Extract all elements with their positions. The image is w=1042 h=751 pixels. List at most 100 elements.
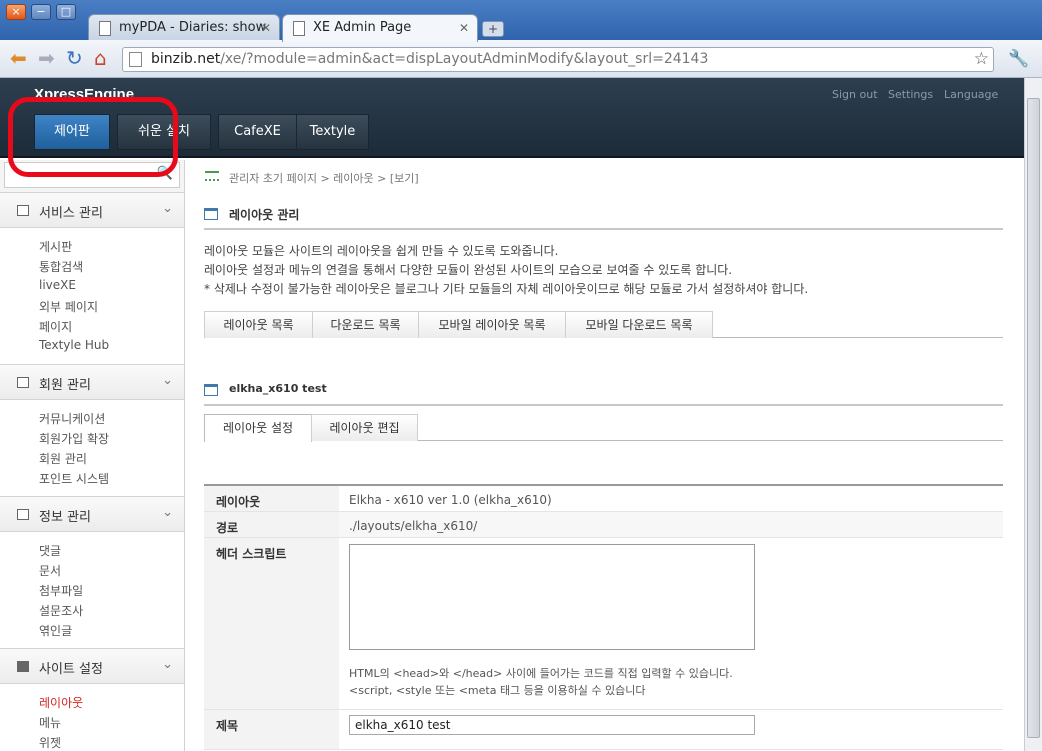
sitemap-icon xyxy=(205,171,219,181)
header-script-textarea[interactable] xyxy=(349,544,755,650)
service-icon xyxy=(17,205,29,216)
sidebar-section-service[interactable]: 서비스 관리 ⌄ xyxy=(0,192,184,228)
sidebar-item-page[interactable]: 페이지 xyxy=(39,318,72,335)
row-label: 헤더 스크립트 xyxy=(204,538,339,709)
tab-layout-edit[interactable]: 레이아웃 편집 xyxy=(311,414,418,441)
chevron-down-icon[interactable]: ⌄ xyxy=(162,373,173,388)
sidebar-item-external-page[interactable]: 외부 페이지 xyxy=(39,298,98,315)
row-label: 제목 xyxy=(204,710,339,749)
layout-tabs: 레이아웃 목록 다운로드 목록 모바일 레이아웃 목록 모바일 다운로드 목록 xyxy=(204,311,1003,338)
sidebar-item-document[interactable]: 문서 xyxy=(39,562,61,579)
wrench-icon[interactable]: 🔧 xyxy=(1008,49,1029,69)
sidebar-item-layout[interactable]: 레이아웃 xyxy=(39,694,83,711)
sidebar-item-attachment[interactable]: 첨부파일 xyxy=(39,582,83,599)
sidebar-section-member[interactable]: 회원 관리 ⌄ xyxy=(0,364,184,400)
row-value: ./layouts/elkha_x610/ xyxy=(349,519,478,533)
tab-close-icon[interactable]: ✕ xyxy=(261,15,271,41)
breadcrumb[interactable]: 관리자 초기 페이지 > 레이아웃 > [보기] xyxy=(229,170,419,186)
tab-close-icon[interactable]: ✕ xyxy=(459,15,469,41)
address-bar[interactable]: binzib.net/xe/?module=admin&act=dispLayo… xyxy=(122,47,994,72)
sidebar-item-poll[interactable]: 설문조사 xyxy=(39,602,83,619)
sidebar-section-info[interactable]: 정보 관리 ⌄ xyxy=(0,496,184,532)
forward-icon[interactable]: ➡ xyxy=(38,48,55,68)
sidebar-item-signup-ext[interactable]: 회원가입 확장 xyxy=(39,430,109,447)
gnb-cafexe[interactable]: CafeXE xyxy=(218,114,297,150)
chevron-down-icon[interactable]: ⌄ xyxy=(162,201,173,216)
vertical-scrollbar[interactable] xyxy=(1024,78,1042,751)
window-icon xyxy=(204,208,218,220)
section-header: 레이아웃 관리 xyxy=(204,208,1003,230)
minimize-window-button[interactable]: − xyxy=(31,4,51,20)
sidebar-item-integrated-search[interactable]: 통합검색 xyxy=(39,258,83,275)
sidebar-item-comment[interactable]: 댓글 xyxy=(39,542,61,559)
reload-icon[interactable]: ↻ xyxy=(66,48,83,68)
chevron-down-icon[interactable]: ⌄ xyxy=(162,657,173,672)
section-title: 사이트 설정 xyxy=(39,662,103,677)
description-line: 레이아웃 모듈은 사이트의 레이아웃을 쉽게 만들 수 있도록 도와줍니다. xyxy=(204,244,559,258)
layout-title: elkha_x610 test xyxy=(229,382,327,395)
info-icon xyxy=(17,509,29,520)
table-row: 경로 ./layouts/elkha_x610/ xyxy=(204,512,1003,538)
browser-tab-xe-admin[interactable]: XE Admin Page ✕ xyxy=(282,14,478,42)
row-label: 레이아웃 xyxy=(204,486,339,511)
browser-tab-mypda[interactable]: myPDA - Diaries: show ✕ xyxy=(88,14,280,41)
member-icon xyxy=(17,377,29,388)
sign-out-link[interactable]: Sign out xyxy=(832,88,878,101)
site-settings-icon xyxy=(17,661,29,672)
sidebar: 🔍 서비스 관리 ⌄ 게시판 통합검색 liveXE 외부 페이지 페이지 Te… xyxy=(0,160,185,751)
tab-download-list[interactable]: 다운로드 목록 xyxy=(312,311,419,338)
section-title: 회원 관리 xyxy=(39,378,91,393)
tab-layout-list[interactable]: 레이아웃 목록 xyxy=(204,311,313,338)
sidebar-item-communication[interactable]: 커뮤니케이션 xyxy=(39,410,105,427)
url-path: /xe/?module=admin&act=dispLayoutAdminMod… xyxy=(220,51,709,67)
title-input[interactable]: elkha_x610 test xyxy=(349,715,755,735)
sidebar-item-member-manage[interactable]: 회원 관리 xyxy=(39,450,87,467)
sidebar-item-widget[interactable]: 위젯 xyxy=(39,734,61,751)
hint-text: HTML의 <head>와 </head> 사이에 들어가는 코드를 직접 입력… xyxy=(349,667,733,680)
description-line: 레이아웃 설정과 메뉴의 연결을 통해서 다양한 모듈이 완성된 사이트의 모습… xyxy=(204,263,733,277)
tab-mobile-download-list[interactable]: 모바일 다운로드 목록 xyxy=(565,311,713,338)
browser-toolbar: ⬅ ➡ ↻ ⌂ binzib.net/xe/?module=admin&act=… xyxy=(0,40,1042,78)
sidebar-item-point-system[interactable]: 포인트 시스템 xyxy=(39,470,109,487)
close-window-button[interactable]: × xyxy=(6,4,26,20)
tab-title: XE Admin Page xyxy=(313,20,412,35)
maximize-window-button[interactable]: □ xyxy=(56,4,76,20)
page-icon xyxy=(99,21,111,36)
layout-header: elkha_x610 test xyxy=(204,382,1003,406)
section-title: 서비스 관리 xyxy=(39,206,103,221)
chevron-down-icon[interactable]: ⌄ xyxy=(162,505,173,520)
layout-settings-table: 레이아웃 Elkha - x610 ver 1.0 (elkha_x610) 경… xyxy=(204,484,1003,751)
home-icon[interactable]: ⌂ xyxy=(94,48,107,68)
tab-mobile-layout-list[interactable]: 모바일 레이아웃 목록 xyxy=(418,311,566,338)
sidebar-item-trackback[interactable]: 엮인글 xyxy=(39,622,72,639)
scrollbar-thumb[interactable] xyxy=(1027,98,1040,738)
sidebar-list: 게시판 통합검색 liveXE 외부 페이지 페이지 Textyle Hub xyxy=(0,228,184,364)
tab-layout-settings[interactable]: 레이아웃 설정 xyxy=(204,414,312,442)
row-label: 경로 xyxy=(204,512,339,537)
sidebar-list: 레이아웃 메뉴 위젯 xyxy=(0,684,184,751)
page-icon xyxy=(293,21,305,36)
language-link[interactable]: Language xyxy=(944,88,998,101)
hint-text: <script, <style 또는 <meta 태그 등을 이용하실 수 있습… xyxy=(349,684,646,697)
sidebar-item-textyle-hub[interactable]: Textyle Hub xyxy=(39,338,109,352)
page-icon xyxy=(129,52,142,67)
url-host: binzib.net xyxy=(151,51,221,67)
tab-title: myPDA - Diaries: show xyxy=(119,20,267,35)
table-row: 레이아웃 Elkha - x610 ver 1.0 (elkha_x610) xyxy=(204,486,1003,512)
window-icon xyxy=(204,384,218,396)
gnb-textyle[interactable]: Textyle xyxy=(296,114,369,150)
bookmark-star-icon[interactable]: ☆ xyxy=(974,48,989,71)
new-tab-button[interactable]: + xyxy=(482,21,504,37)
table-row: 헤더 스크립트 HTML의 <head>와 </head> 사이에 들어가는 코… xyxy=(204,538,1003,710)
sidebar-list: 커뮤니케이션 회원가입 확장 회원 관리 포인트 시스템 xyxy=(0,400,184,496)
back-icon[interactable]: ⬅ xyxy=(10,48,27,68)
settings-link[interactable]: Settings xyxy=(888,88,933,101)
layout-sub-tabs: 레이아웃 설정 레이아웃 편집 xyxy=(204,414,1003,442)
sidebar-section-site[interactable]: 사이트 설정 ⌄ xyxy=(0,648,184,684)
description-line: * 삭제나 수정이 불가능한 레이아웃은 블로그나 기타 모듈들의 자체 레이아… xyxy=(204,282,809,296)
sidebar-list: 댓글 문서 첨부파일 설문조사 엮인글 xyxy=(0,532,184,648)
sidebar-item-menu[interactable]: 메뉴 xyxy=(39,714,61,731)
sidebar-item-board[interactable]: 게시판 xyxy=(39,238,72,255)
row-value: Elkha - x610 ver 1.0 (elkha_x610) xyxy=(349,493,552,507)
sidebar-item-livexe[interactable]: liveXE xyxy=(39,278,76,292)
